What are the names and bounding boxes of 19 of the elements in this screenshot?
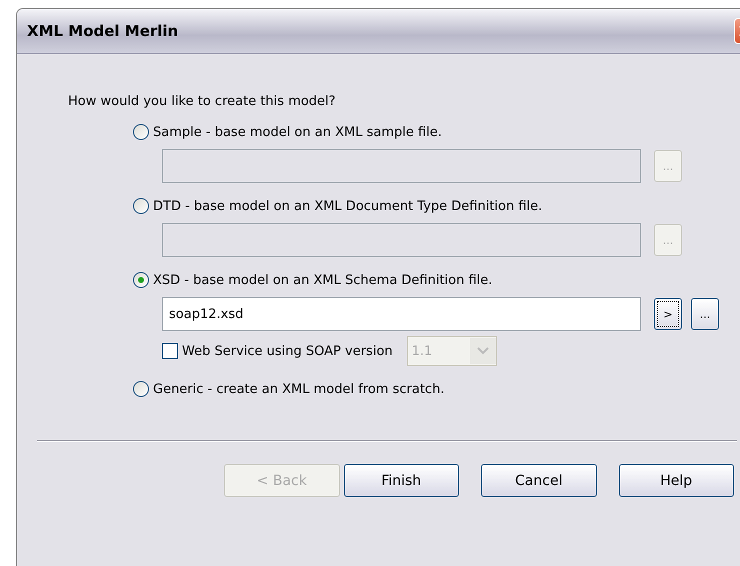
question-text: How would you like to create this model? [68,94,337,109]
option-label[interactable]: Sample - base model on an XML sample file. [153,124,442,140]
dialog-button[interactable]: Help [618,464,734,497]
checkbox-label[interactable]: Web Service using SOAP version [182,344,393,358]
option-label[interactable]: Generic - create an XML model from scratch. [153,382,444,396]
radio-button[interactable] [133,272,149,288]
radio-button[interactable] [133,124,149,140]
browse-button[interactable]: ... [691,298,719,330]
radio-button[interactable] [133,198,149,214]
option-label[interactable]: DTD - base model on an XML Document Type Definition file. [153,198,542,214]
checkbox[interactable] [162,343,178,359]
go-button[interactable]: > [654,298,682,330]
dialog-button[interactable]: Cancel [481,464,596,497]
dialog-button[interactable]: Finish [344,464,459,497]
option-label[interactable]: XSD - base model on an XML Schema Definition file. [153,272,492,288]
radio-button[interactable] [133,381,149,397]
file-field[interactable]: soap12.xsd [162,297,641,331]
chevron-down-icon [476,347,489,355]
window-title: XML Model Merlin [27,22,178,40]
